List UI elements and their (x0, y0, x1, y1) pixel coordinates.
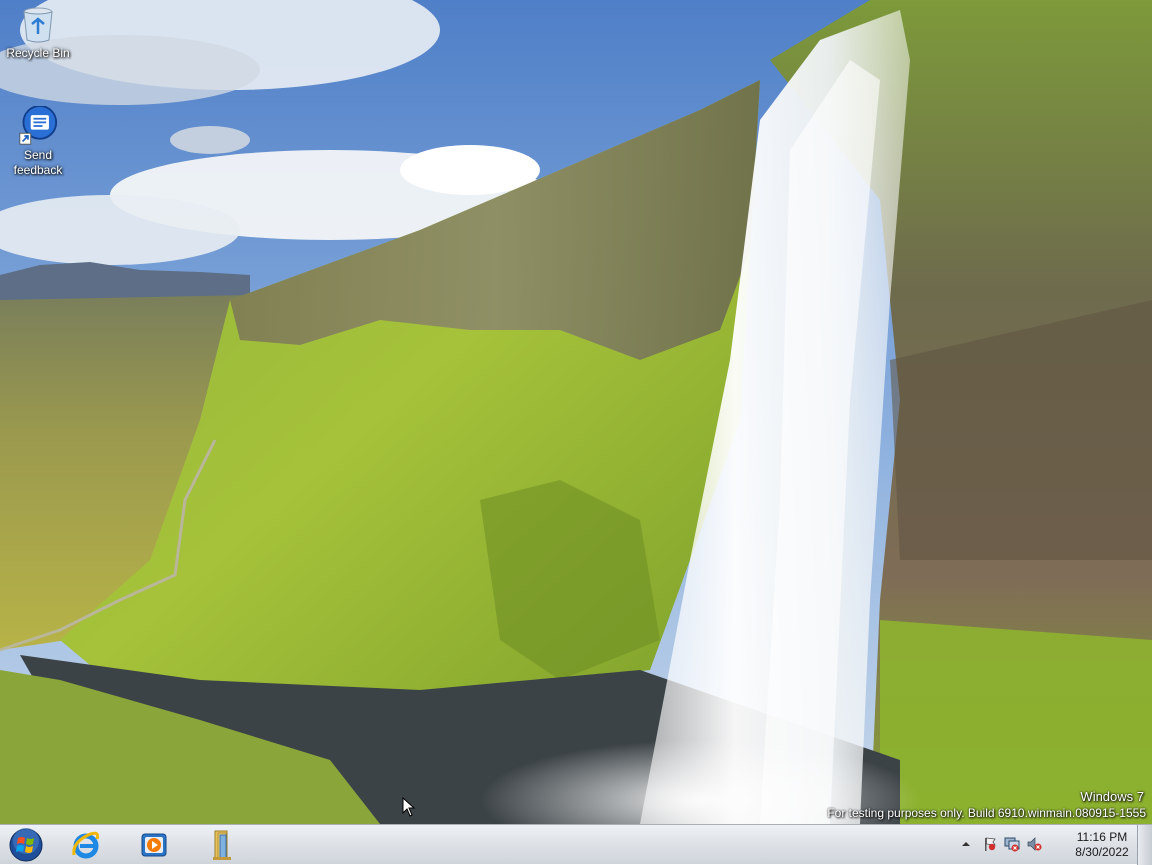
send-feedback-desktop-icon[interactable]: Send feedback (0, 106, 76, 178)
send-feedback-label: Send feedback (13, 148, 63, 177)
internet-explorer-button[interactable] (58, 826, 114, 864)
show-desktop-button[interactable] (1137, 825, 1152, 865)
taskbar: 11:16 PM 8/30/2022 (0, 824, 1152, 865)
send-feedback-icon (19, 106, 58, 145)
show-hidden-icons-chevron-icon[interactable] (958, 836, 974, 852)
build-watermark: For testing purposes only. Build 6910.wi… (827, 806, 1146, 820)
volume-muted-icon[interactable] (1026, 836, 1042, 852)
desktop-wallpaper[interactable] (0, 0, 1152, 824)
network-disconnected-icon[interactable] (1004, 836, 1020, 852)
windows-version-watermark: Windows 7 (1080, 789, 1144, 804)
recycle-bin-desktop-icon[interactable]: Recycle Bin (0, 4, 76, 61)
system-clock[interactable]: 11:16 PM 8/30/2022 (1072, 830, 1132, 860)
windows-explorer-button[interactable] (194, 826, 250, 864)
media-player-icon (141, 833, 167, 857)
mouse-cursor-icon (402, 797, 416, 817)
folder-libraries-icon (213, 830, 231, 860)
action-center-flag-icon[interactable] (982, 836, 998, 852)
recycle-bin-icon (23, 7, 53, 43)
clock-date: 8/30/2022 (1075, 845, 1129, 859)
start-button[interactable] (0, 826, 52, 864)
clock-time: 11:16 PM (1076, 830, 1128, 844)
internet-explorer-icon (72, 831, 100, 859)
recycle-bin-label: Recycle Bin (6, 46, 70, 60)
notification-area: 11:16 PM 8/30/2022 (952, 825, 1152, 865)
media-player-button[interactable] (126, 826, 182, 864)
windows-orb-icon (9, 828, 43, 862)
